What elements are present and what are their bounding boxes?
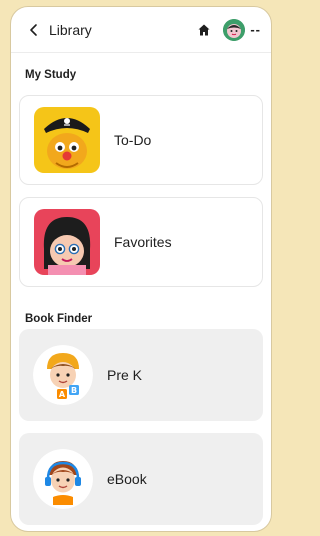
pirate-character-icon [34,107,100,173]
phone-frame: Library -- My Study To-Do Favorites Book… [10,6,272,532]
card-label: eBook [107,471,147,487]
card-pre-k[interactable]: A B Pre K [19,329,263,421]
svg-text:B: B [71,386,77,395]
chevron-left-icon [30,23,37,36]
section-my-study: My Study [25,69,77,81]
avatar-placeholder-text: -- [250,22,261,37]
page-title: Library [49,21,92,38]
card-label: To-Do [114,132,152,148]
card-label: Pre K [107,367,143,383]
section-book-finder: Book Finder [25,313,93,325]
card-favorites[interactable]: Favorites [19,197,263,287]
profile-menu[interactable]: -- [223,18,261,41]
back-button[interactable]: Library [27,22,92,38]
card-label: Favorites [114,234,172,250]
top-bar: Library -- [11,7,271,53]
girl-character-icon [34,209,100,275]
boy-with-blocks-icon: A B [33,345,93,405]
boy-with-headphones-icon [33,449,93,509]
home-icon[interactable] [197,23,211,37]
avatar [223,18,246,41]
svg-text:A: A [59,390,66,399]
card-to-do[interactable]: To-Do [19,95,263,185]
card-ebook[interactable]: eBook [19,433,263,525]
